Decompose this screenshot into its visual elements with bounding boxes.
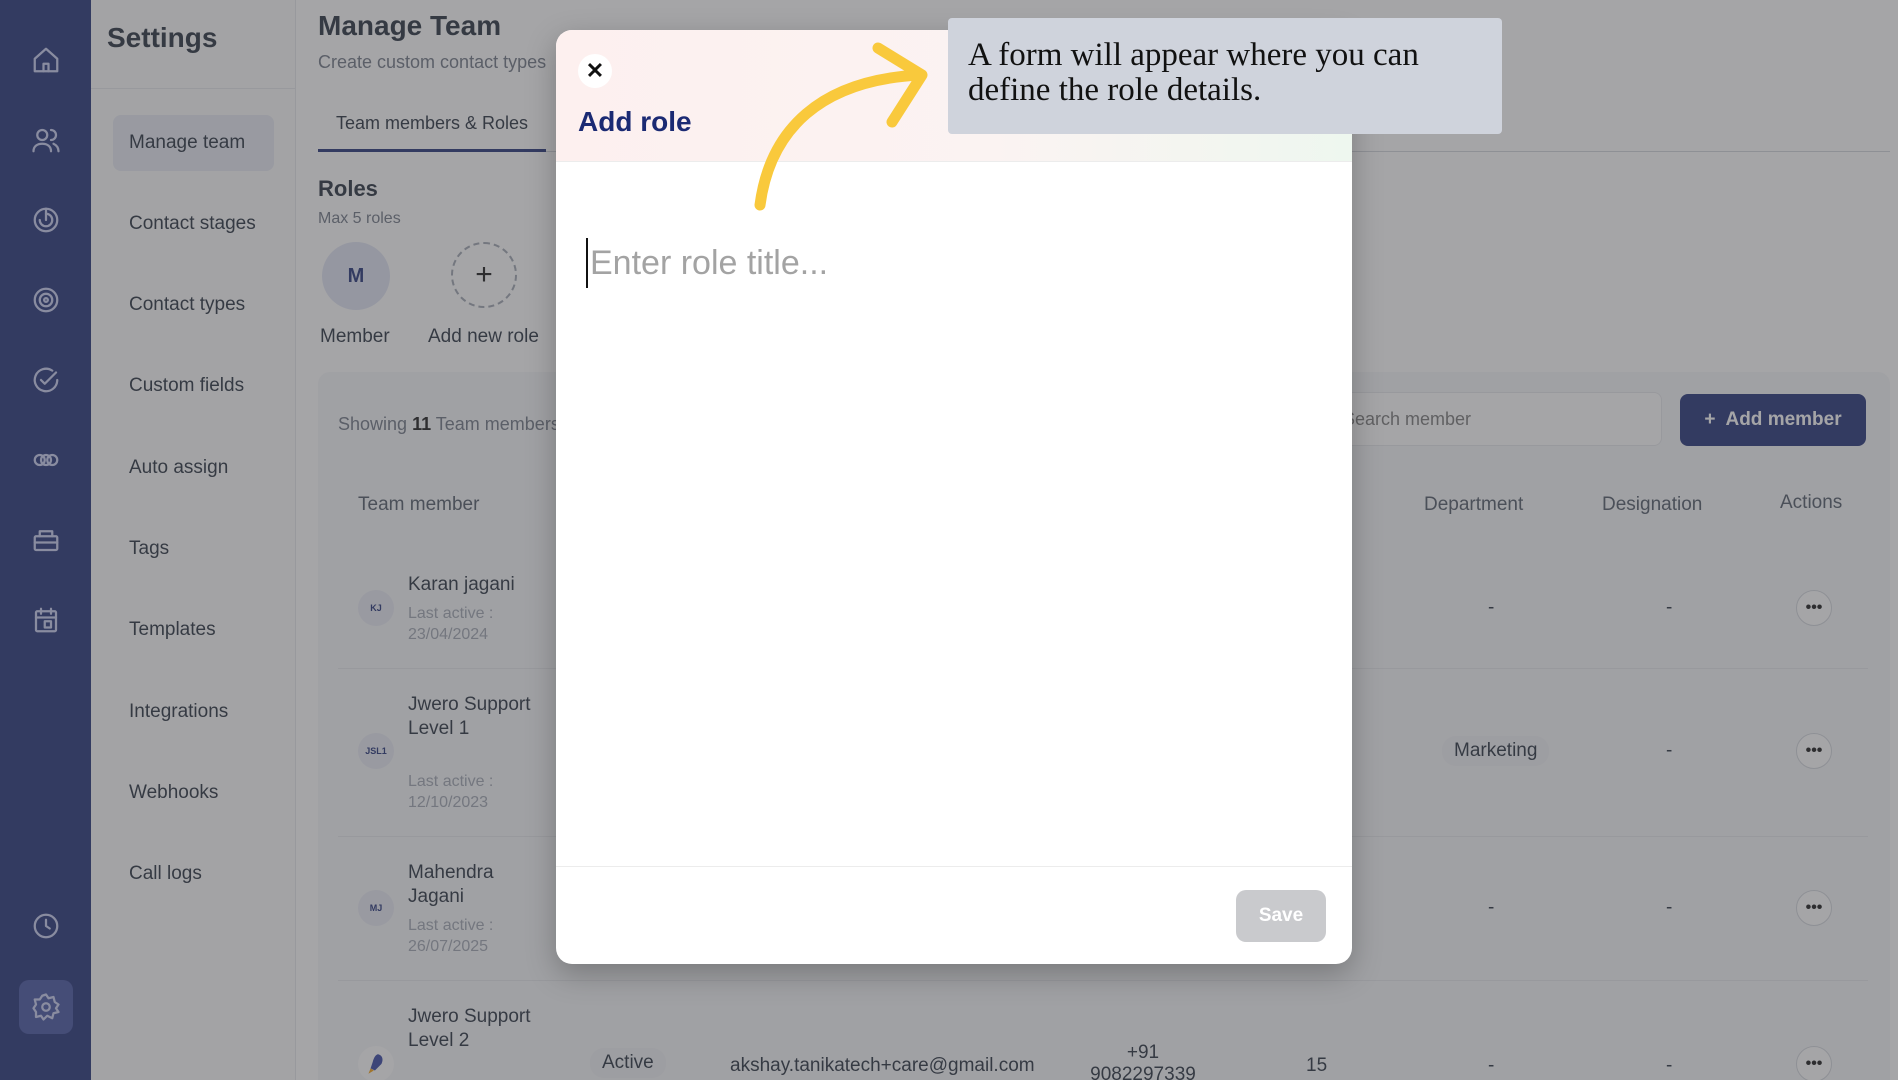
- tutorial-callout: A form will appear where you can define …: [948, 18, 1502, 134]
- add-role-modal: ✕ Add role Save: [556, 30, 1352, 964]
- save-button[interactable]: Save: [1236, 890, 1326, 942]
- modal-footer-divider: [556, 866, 1352, 867]
- role-title-input[interactable]: [586, 238, 1306, 288]
- close-icon[interactable]: ✕: [578, 54, 612, 88]
- modal-title: Add role: [578, 106, 692, 137]
- tutorial-arrow: [754, 42, 928, 211]
